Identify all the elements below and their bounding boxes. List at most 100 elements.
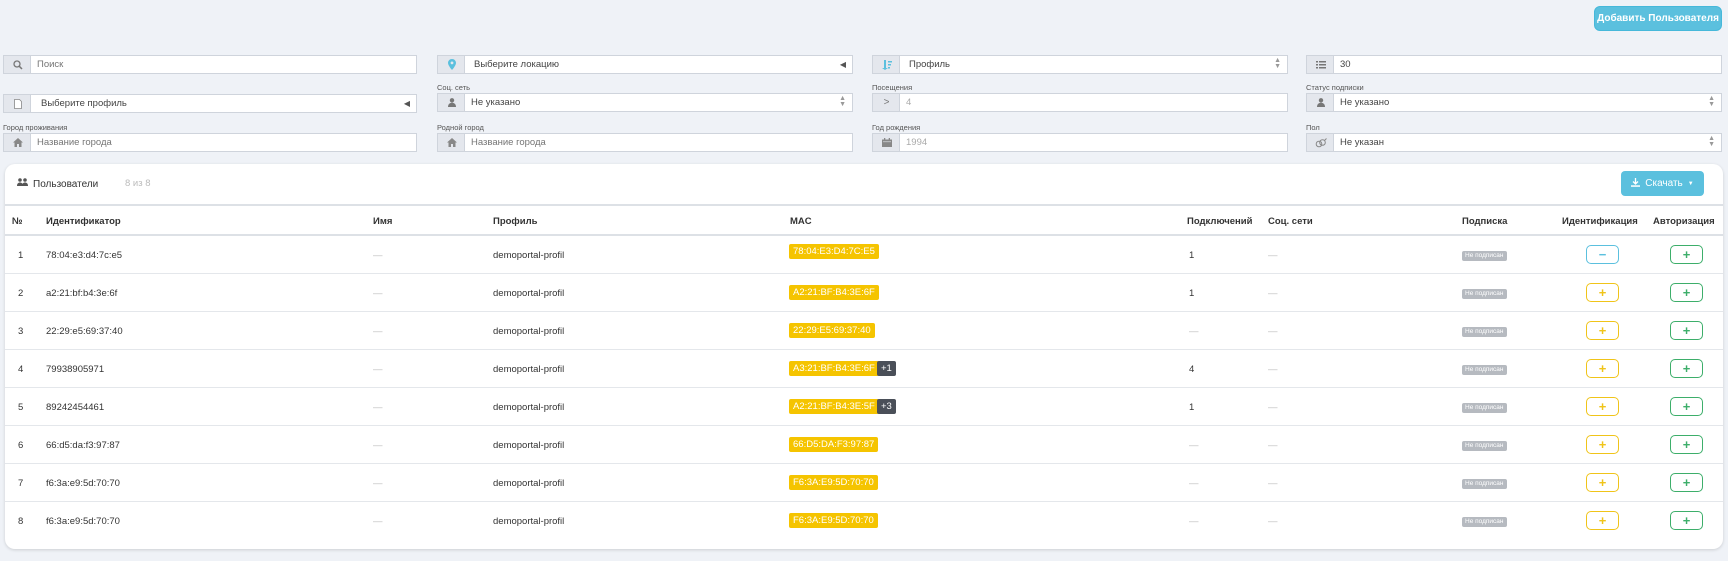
- social-value: Не указано: [471, 97, 521, 108]
- col-identifier[interactable]: Идентификатор: [46, 216, 121, 227]
- page-size-value: 30: [1340, 59, 1351, 70]
- col-identification[interactable]: Идентификация: [1562, 216, 1638, 227]
- updown-icon: ▲ ▼: [1708, 95, 1715, 108]
- row-num: 8: [18, 516, 24, 527]
- row-name: —: [373, 478, 383, 489]
- row-connections: —: [1189, 440, 1199, 451]
- row-name: —: [373, 516, 383, 527]
- row-identifier[interactable]: f6:3a:e9:5d:70:70: [46, 478, 120, 489]
- row-social: —: [1268, 478, 1278, 489]
- row-identifier[interactable]: f6:3a:e9:5d:70:70: [46, 516, 120, 527]
- caret-left-icon: ◀: [403, 99, 410, 108]
- profile-filter: Выберите профиль ◀: [3, 94, 417, 113]
- subscription-badge: Не подписан: [1462, 289, 1507, 299]
- row-identifier[interactable]: 22:29:e5:69:37:40: [46, 326, 123, 337]
- page-size-filter: 30: [1306, 55, 1722, 74]
- col-name[interactable]: Имя: [373, 216, 392, 227]
- identification-add-button[interactable]: +: [1586, 283, 1619, 302]
- visits-label: Посещения: [872, 83, 913, 92]
- col-num[interactable]: №: [12, 216, 23, 227]
- col-mac[interactable]: MAC: [790, 216, 812, 227]
- user-icon: [437, 93, 465, 112]
- row-connections: 1: [1189, 402, 1195, 413]
- authorization-add-button[interactable]: +: [1670, 397, 1703, 416]
- updown-icon: ▲ ▼: [1708, 135, 1715, 148]
- row-identifier[interactable]: 89242454461: [46, 402, 104, 413]
- page-size-input[interactable]: 30: [1333, 55, 1722, 74]
- sort-profile-value: Профиль: [909, 59, 951, 70]
- search-icon: [3, 55, 31, 74]
- col-profile[interactable]: Профиль: [493, 216, 537, 227]
- row-identifier[interactable]: 78:04:e3:d4:7c:e5: [46, 250, 122, 261]
- calendar-icon: [872, 133, 900, 152]
- identification-add-button[interactable]: +: [1586, 321, 1619, 340]
- add-user-button[interactable]: Добавить Пользователя: [1594, 6, 1722, 31]
- subscription-status-select[interactable]: Не указано ▲ ▼: [1333, 93, 1722, 112]
- sort-profile-select[interactable]: Профиль ▲ ▼: [899, 55, 1288, 74]
- birth-year-input[interactable]: 1994: [899, 133, 1288, 152]
- home-city-input[interactable]: [464, 133, 853, 152]
- authorization-add-button[interactable]: +: [1670, 245, 1703, 264]
- extra-mac-count-badge[interactable]: +1: [877, 361, 896, 376]
- home-city-label: Родной город: [437, 123, 484, 132]
- birth-year-label: Год рождения: [872, 123, 921, 132]
- authorization-add-button[interactable]: +: [1670, 473, 1703, 492]
- row-name: —: [373, 364, 383, 375]
- sort-profile-filter: Профиль ▲ ▼: [872, 55, 1288, 74]
- authorization-add-button[interactable]: +: [1670, 283, 1703, 302]
- col-subscription[interactable]: Подписка: [1462, 216, 1507, 227]
- row-identifier[interactable]: 66:d5:da:f3:97:87: [46, 440, 120, 451]
- identification-add-button[interactable]: +: [1586, 397, 1619, 416]
- col-social[interactable]: Соц. сети: [1268, 216, 1313, 227]
- extra-mac-count-badge[interactable]: +3: [877, 399, 896, 414]
- greater-than-operator[interactable]: >: [872, 93, 900, 112]
- authorization-add-button[interactable]: +: [1670, 435, 1703, 454]
- download-button[interactable]: Скачать ▼: [1621, 171, 1704, 196]
- social-select[interactable]: Не указано ▲ ▼: [464, 93, 853, 112]
- row-num: 7: [18, 478, 24, 489]
- sort-icon: [872, 55, 900, 74]
- authorization-add-button[interactable]: +: [1670, 321, 1703, 340]
- row-identifier[interactable]: a2:21:bf:b4:3e:6f: [46, 288, 117, 299]
- authorization-add-button[interactable]: +: [1670, 359, 1703, 378]
- residence-city-input[interactable]: [30, 133, 417, 152]
- birth-year-filter: 1994: [872, 133, 1288, 152]
- search-filter: [3, 55, 417, 74]
- row-profile: demoportal-profil: [493, 402, 565, 413]
- users-panel: Пользователи 8 из 8 Скачать ▼ № Идентифи…: [5, 164, 1723, 549]
- caret-down-icon: ▼: [1687, 180, 1694, 187]
- identification-toggle-button[interactable]: −: [1586, 245, 1619, 264]
- row-social: —: [1268, 516, 1278, 527]
- location-select[interactable]: Выберите локацию ◀: [464, 55, 853, 74]
- profile-select[interactable]: Выберите профиль ◀: [30, 94, 417, 113]
- table-row: 8 f6:3a:e9:5d:70:70 — demoportal-profil …: [5, 502, 1723, 540]
- row-identifier[interactable]: 79938905971: [46, 364, 104, 375]
- gender-select[interactable]: Не указан ▲ ▼: [1333, 133, 1722, 152]
- identification-add-button[interactable]: +: [1586, 359, 1619, 378]
- subscription-badge: Не подписан: [1462, 327, 1507, 337]
- birth-year-value: 1994: [906, 137, 928, 148]
- visits-value: 4: [906, 97, 912, 108]
- subscription-status-value: Не указано: [1340, 97, 1390, 108]
- row-social: —: [1268, 364, 1278, 375]
- profile-select-value: Выберите профиль: [41, 98, 127, 109]
- home-city-filter: [437, 133, 853, 152]
- row-profile: demoportal-profil: [493, 250, 565, 261]
- row-connections: —: [1189, 326, 1199, 337]
- map-marker-icon: [437, 55, 465, 74]
- row-connections: 1: [1189, 250, 1195, 261]
- subscription-badge: Не подписан: [1462, 517, 1507, 527]
- identification-add-button[interactable]: +: [1586, 473, 1619, 492]
- row-num: 5: [18, 402, 24, 413]
- col-connections[interactable]: Подключений: [1187, 216, 1252, 227]
- identification-add-button[interactable]: +: [1586, 511, 1619, 530]
- authorization-add-button[interactable]: +: [1670, 511, 1703, 530]
- visits-input[interactable]: 4: [899, 93, 1288, 112]
- col-authorization[interactable]: Авторизация: [1653, 216, 1715, 227]
- mac-badge: A2:21:BF:B4:3E:6F: [789, 285, 879, 300]
- identification-add-button[interactable]: +: [1586, 435, 1619, 454]
- updown-icon: ▲ ▼: [1274, 57, 1281, 70]
- row-profile: demoportal-profil: [493, 478, 565, 489]
- search-input[interactable]: [30, 55, 417, 74]
- list-icon: [1306, 55, 1334, 74]
